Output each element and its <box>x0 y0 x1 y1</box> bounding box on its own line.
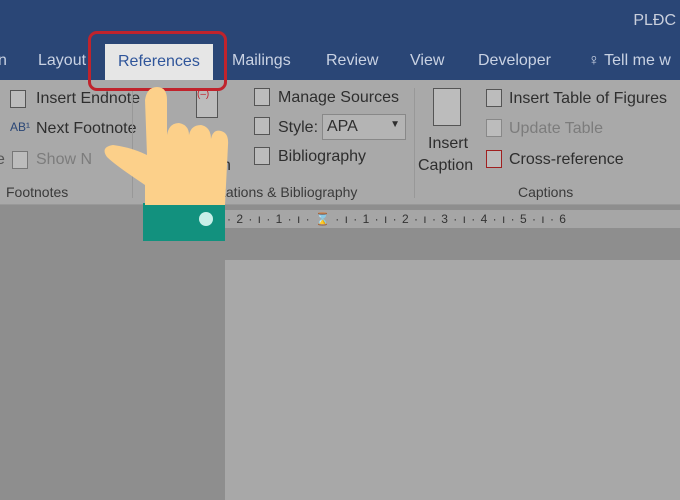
manage-sources-button[interactable]: Manage Sources <box>278 89 399 107</box>
separator <box>414 88 415 198</box>
cross-reference-button[interactable]: Cross-reference <box>509 151 624 169</box>
tab-layout[interactable]: Layout <box>38 52 86 70</box>
style-label: Style: <box>278 119 319 136</box>
cross-reference-icon <box>486 150 502 168</box>
captions-group-label: Captions <box>518 184 574 200</box>
show-notes-icon <box>12 151 28 169</box>
bibliography-button[interactable]: Bibliography <box>278 148 366 166</box>
horizontal-ruler[interactable]: · 2 · ı · 1 · ı · ⌛ · ı · 1 · ı · 2 · ı … <box>225 210 680 228</box>
insert-endnote-icon <box>10 90 26 108</box>
tab-developer[interactable]: Developer <box>478 52 551 70</box>
citations-group-label: tations & Bibliography <box>222 184 358 200</box>
insert-caption-button-2[interactable]: Caption <box>418 157 473 175</box>
tab-home[interactable]: n <box>0 52 7 70</box>
pointing-hand-icon <box>104 87 229 241</box>
manage-sources-icon <box>254 88 270 106</box>
tab-view[interactable]: View <box>410 52 444 70</box>
ruler-marks: · 2 · ı · 1 · ı · ⌛ · ı · 1 · ı · 2 · ı … <box>227 212 567 226</box>
tab-mailings[interactable]: Mailings <box>232 52 291 70</box>
next-footnote-icon: AB¹ <box>10 120 31 134</box>
table-of-figures-icon <box>486 89 502 107</box>
tell-me-label: Tell me w <box>604 52 671 69</box>
lightbulb-icon: ♀ <box>588 52 600 69</box>
document-title: PLĐC <box>633 12 676 29</box>
references-tab-highlight <box>88 31 227 91</box>
insert-table-of-figures-button[interactable]: Insert Table of Figures <box>509 90 667 108</box>
tell-me-search[interactable]: ♀ Tell me w <box>588 52 671 70</box>
bibliography-icon <box>254 147 270 165</box>
style-dropdown[interactable]: APA ▼ <box>322 114 406 140</box>
cut-label: e <box>0 151 5 168</box>
document-page[interactable] <box>225 260 680 500</box>
footnotes-group-label: Footnotes <box>6 184 69 200</box>
show-notes-button[interactable]: Show N <box>36 151 92 169</box>
style-icon <box>254 117 270 135</box>
insert-caption-button[interactable]: Insert <box>428 135 468 153</box>
tab-review[interactable]: Review <box>326 52 378 70</box>
style-value: APA <box>327 118 358 135</box>
update-table-icon <box>486 119 502 137</box>
chevron-down-icon: ▼ <box>390 119 400 130</box>
insert-caption-icon <box>433 88 461 126</box>
update-table-button[interactable]: Update Table <box>509 120 603 138</box>
